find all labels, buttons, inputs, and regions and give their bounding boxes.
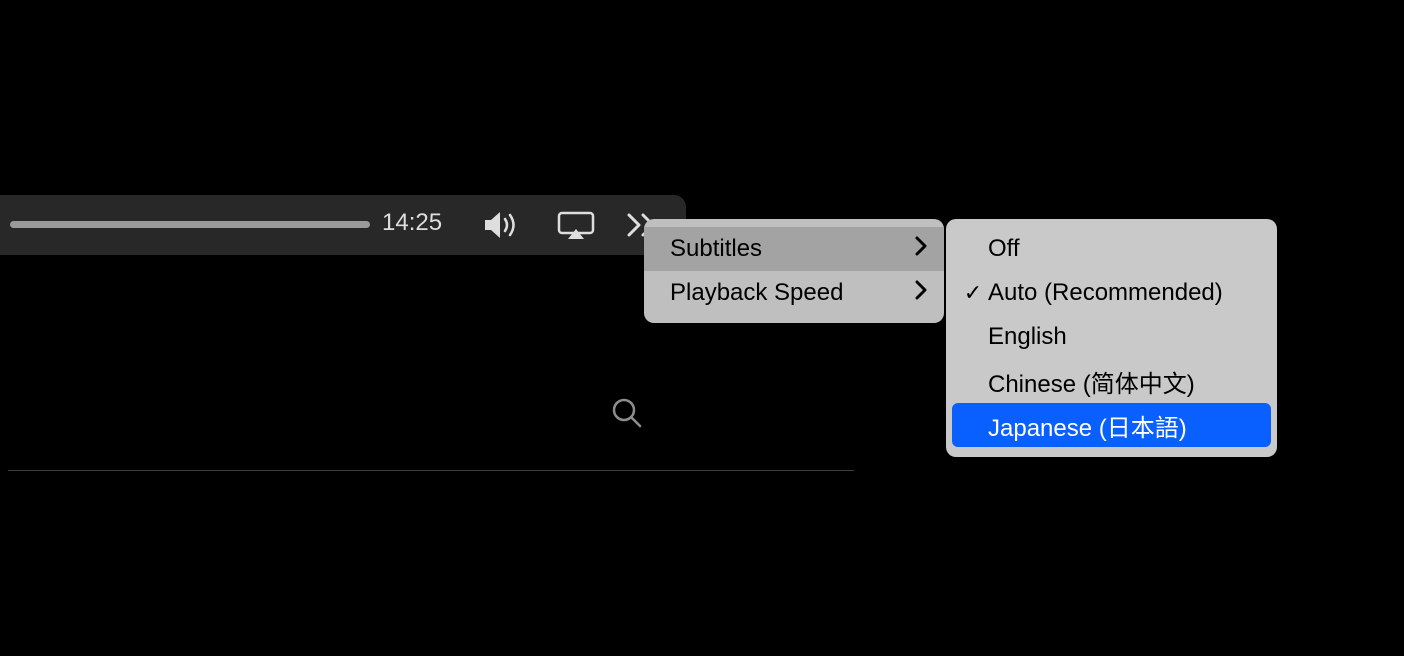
video-player-controls: 14:25 — [0, 195, 686, 255]
subtitle-option-label: Japanese (日本語) — [988, 408, 1187, 443]
search-icon[interactable] — [610, 396, 644, 435]
subtitle-option-off[interactable]: Off — [946, 227, 1277, 271]
divider — [8, 470, 854, 471]
subtitle-option-english[interactable]: English — [946, 315, 1277, 359]
subtitle-option-japanese[interactable]: Japanese (日本語) — [952, 403, 1271, 447]
chevron-right-icon — [914, 236, 928, 262]
subtitle-option-chinese[interactable]: Chinese (简体中文) — [946, 359, 1277, 403]
menu-item-label: Playback Speed — [670, 279, 843, 307]
subtitle-option-label: Auto (Recommended) — [988, 279, 1223, 307]
subtitle-option-label: Chinese (简体中文) — [988, 364, 1195, 399]
subtitle-option-label: English — [988, 323, 1067, 351]
check-icon: ✓ — [958, 280, 988, 306]
chevron-right-icon — [914, 280, 928, 306]
subtitle-option-auto[interactable]: ✓ Auto (Recommended) — [946, 271, 1277, 315]
subtitle-option-label: Off — [988, 235, 1020, 263]
overflow-menu: Subtitles Playback Speed — [644, 219, 944, 323]
subtitles-submenu: Off ✓ Auto (Recommended) English Chinese… — [946, 219, 1277, 457]
time-remaining: 14:25 — [382, 209, 442, 237]
menu-item-playback-speed[interactable]: Playback Speed — [644, 271, 944, 315]
airplay-icon[interactable] — [554, 207, 598, 243]
volume-icon[interactable] — [480, 207, 524, 243]
progress-fill — [10, 221, 370, 228]
menu-item-subtitles[interactable]: Subtitles — [644, 227, 944, 271]
progress-track[interactable] — [10, 221, 370, 228]
menu-item-label: Subtitles — [670, 235, 762, 263]
